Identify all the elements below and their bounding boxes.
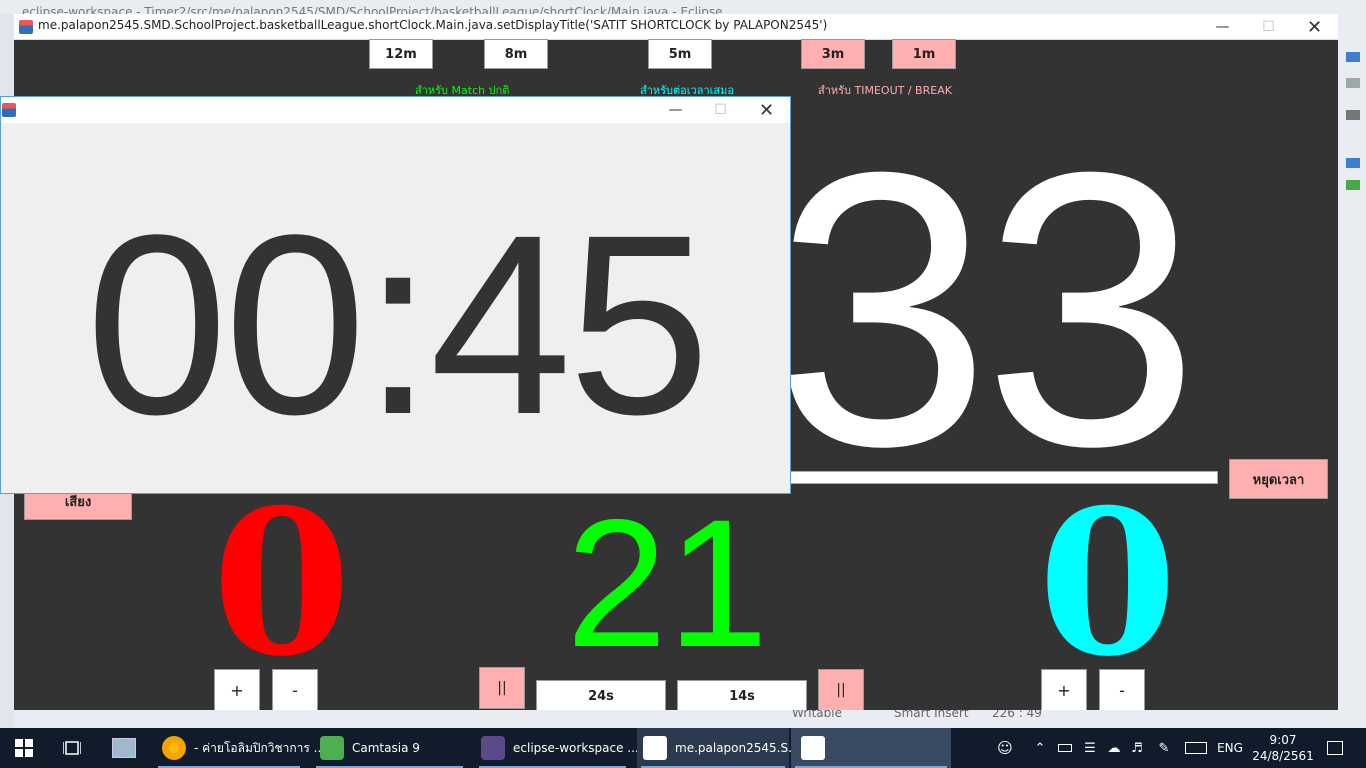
clock-time: 9:07 — [1269, 733, 1297, 747]
hierarchy-icon[interactable] — [1346, 158, 1360, 168]
popup-timer-window: — ☐ ✕ 00:45 — [0, 96, 791, 494]
left-plus-button[interactable]: + — [214, 669, 260, 710]
right-plus-button[interactable]: + — [1041, 669, 1087, 710]
taskbar-app-label: Camtasia 9 — [352, 741, 420, 755]
game-clock-display: 33 — [774, 91, 1200, 527]
windows-icon — [15, 739, 33, 757]
taskbar-app-label: me.palapon2545.S... — [675, 741, 800, 755]
task-view-icon[interactable] — [52, 728, 92, 768]
close-icon[interactable]: ✕ — [744, 97, 789, 123]
pen-icon[interactable]: ✎ — [1152, 728, 1176, 768]
preset-12m-button[interactable]: 12m — [369, 39, 433, 69]
main-window-titlebar: me.palapon2545.SMD.SchoolProject.basketb… — [14, 14, 1338, 40]
outline-icon[interactable] — [1346, 78, 1360, 88]
preset-8m-button[interactable]: 8m — [484, 39, 548, 69]
shot-clock-display: 21 — [566, 481, 769, 685]
maximize-icon[interactable]: ☐ — [1246, 14, 1291, 40]
eclipse-icon — [481, 736, 505, 760]
java-icon — [643, 736, 667, 760]
console-icon[interactable] — [1346, 180, 1360, 190]
java-icon — [19, 20, 33, 34]
reset-24s-button[interactable]: 24s — [536, 680, 666, 710]
pause-button-right[interactable]: || — [818, 669, 864, 710]
taskbar: - ค่ายโอลิมปิกวิชาการ ... Camtasia 9 ecl… — [0, 728, 1366, 768]
chevron-up-icon[interactable]: ⌃ — [1028, 728, 1052, 768]
language-indicator[interactable]: ENG — [1212, 728, 1248, 768]
maximize-icon[interactable]: ☐ — [698, 97, 743, 123]
camtasia-icon — [320, 736, 344, 760]
eclipse-window-title: eclipse-workspace - Timer2/src/me/palapo… — [0, 0, 1366, 14]
right-minus-button[interactable]: - — [1099, 669, 1145, 710]
volume-icon[interactable]: ♬ — [1126, 728, 1148, 768]
java-icon — [2, 103, 16, 117]
taskbar-app-label: - ค่ายโอลิมปิกวิชาการ ... — [194, 740, 326, 755]
close-icon[interactable]: ✕ — [1292, 14, 1337, 40]
clock-date: 24/8/2561 — [1252, 749, 1314, 763]
wifi-icon[interactable]: ☰ — [1078, 728, 1102, 768]
main-window-title: me.palapon2545.SMD.SchoolProject.basketb… — [38, 18, 828, 32]
perspective-icon[interactable] — [1346, 52, 1360, 62]
minimize-icon[interactable]: — — [1200, 14, 1245, 40]
preset-3m-button[interactable]: 3m — [801, 39, 865, 69]
pause-button-left[interactable]: || — [479, 667, 525, 709]
file-explorer-icon[interactable] — [104, 728, 144, 768]
chrome-icon — [162, 736, 186, 760]
score-right: 0 — [1038, 466, 1178, 701]
preset-5m-button[interactable]: 5m — [648, 39, 712, 69]
reset-14s-button[interactable]: 14s — [677, 680, 807, 710]
stop-time-button[interactable]: หยุดเวลา — [1229, 459, 1328, 499]
start-button[interactable] — [0, 728, 48, 768]
taskbar-app-eclipse[interactable]: eclipse-workspace ... — [475, 728, 639, 768]
java-icon — [801, 736, 825, 760]
people-icon[interactable]: ☺ — [990, 728, 1020, 768]
battery-icon[interactable] — [1054, 728, 1076, 768]
taskbar-app-camtasia[interactable]: Camtasia 9 — [312, 728, 467, 768]
left-minus-button[interactable]: - — [272, 669, 318, 710]
popup-time-display: 00:45 — [85, 182, 711, 468]
preset-1m-button[interactable]: 1m — [892, 39, 956, 69]
clock[interactable]: 9:07 24/8/2561 — [1252, 728, 1314, 768]
score-left: 0 — [212, 466, 352, 701]
taskbar-app-java[interactable]: me.palapon2545.S... — [637, 728, 800, 768]
minimize-icon[interactable]: — — [653, 97, 698, 123]
taskbar-app-java-popup[interactable] — [791, 728, 951, 768]
cloud-icon[interactable]: ☁ — [1102, 728, 1126, 768]
taskbar-app-chrome[interactable]: - ค่ายโอลิมปิกวิชาการ ... — [154, 728, 325, 768]
keyboard-icon[interactable] — [1182, 728, 1210, 768]
eclipse-right-toolbar — [1338, 40, 1366, 730]
task-list-icon[interactable] — [1346, 110, 1360, 120]
popup-titlebar: — ☐ ✕ — [1, 97, 790, 123]
taskbar-app-label: eclipse-workspace ... — [513, 741, 639, 755]
notification-icon[interactable] — [1318, 728, 1352, 768]
